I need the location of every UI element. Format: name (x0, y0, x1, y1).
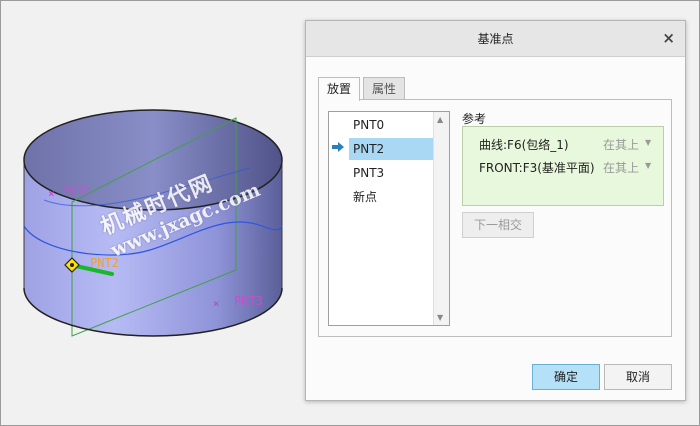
references-label: 参考 (462, 112, 487, 126)
references-collector[interactable]: 曲线:F6(包络_1) 在其上 ▼ FRONT:F3(基准平面) 在其上 ▼ (462, 126, 664, 206)
pnt0-label: PNT0 (62, 184, 91, 198)
chevron-down-icon[interactable]: ▼ (645, 161, 651, 170)
current-point-arrow-icon (332, 142, 344, 152)
point-list-scrollbar[interactable]: ▲ ▼ (433, 112, 449, 325)
tab-placement[interactable]: 放置 (318, 77, 361, 101)
dialog-titlebar[interactable]: 基准点 × (306, 21, 685, 57)
next-intersection-button[interactable]: 下一相交 (462, 212, 534, 238)
reference-constraint-curve[interactable]: 在其上 (603, 136, 639, 153)
list-item-pnt0[interactable]: PNT0 (349, 114, 439, 136)
list-item-new-point[interactable]: 新点 (349, 186, 439, 208)
placement-panel: PNT0 PNT2 PNT3 新点 ▲ ▼ 参考 曲线:F6(包络_1) 在其上… (318, 99, 672, 337)
list-item-pnt2[interactable]: PNT2 (349, 138, 439, 160)
dialog-title: 基准点 (477, 32, 514, 46)
tab-properties[interactable]: 属性 (363, 77, 406, 100)
close-icon[interactable]: × (662, 29, 675, 47)
reference-item-front[interactable]: FRONT:F3(基准平面) (479, 159, 595, 176)
datum-point-dialog: 基准点 × 放置 属性 PNT0 PNT2 PNT3 新点 ▲ ▼ 参考 曲线:… (305, 20, 686, 401)
ok-button[interactable]: 确定 (532, 364, 600, 390)
list-item-pnt3[interactable]: PNT3 (349, 162, 439, 184)
reference-constraint-front[interactable]: 在其上 (603, 159, 639, 176)
point-list[interactable]: PNT0 PNT2 PNT3 新点 ▲ ▼ (328, 111, 450, 326)
scroll-down-icon[interactable]: ▼ (437, 313, 443, 322)
svg-text:×: × (48, 187, 55, 200)
pnt3-label: PNT3 (234, 294, 263, 308)
svg-text:×: × (213, 297, 220, 310)
scroll-up-icon[interactable]: ▲ (437, 115, 443, 124)
chevron-down-icon[interactable]: ▼ (645, 138, 651, 147)
cancel-button[interactable]: 取消 (604, 364, 672, 390)
reference-item-curve[interactable]: 曲线:F6(包络_1) (479, 136, 569, 153)
